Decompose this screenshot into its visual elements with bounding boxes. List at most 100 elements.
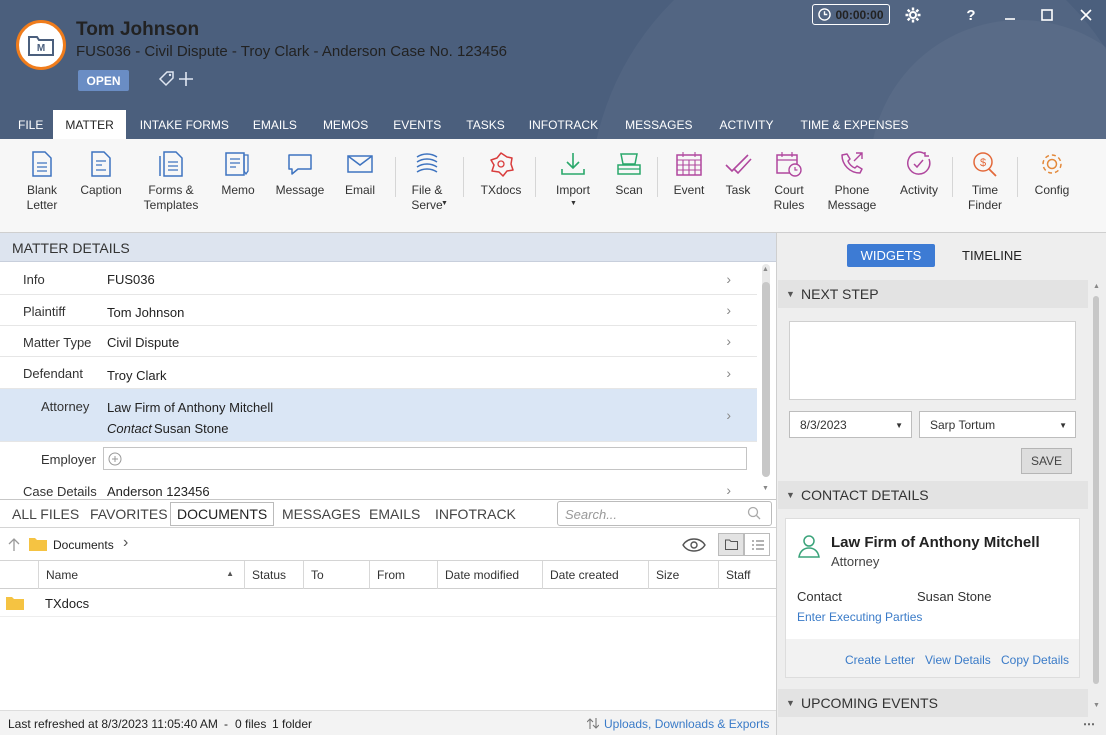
status-badge[interactable]: OPEN xyxy=(78,70,129,91)
upcoming-events-header[interactable]: ▼ UPCOMING EVENTS xyxy=(778,689,1088,717)
timeline-tab[interactable]: TIMELINE xyxy=(962,248,1022,263)
scroll-up-icon[interactable]: ▲ xyxy=(1093,283,1100,290)
contact-name[interactable]: Law Firm of Anthony Mitchell xyxy=(831,534,1040,551)
config-button[interactable]: Config xyxy=(1032,151,1072,198)
tab-file[interactable]: FILE xyxy=(0,110,53,139)
phone-message-button[interactable]: Phone Message xyxy=(826,151,878,213)
column-status[interactable]: Status xyxy=(244,561,303,589)
eye-icon[interactable] xyxy=(682,537,706,553)
timer-button[interactable]: 00:00:00 xyxy=(812,4,890,25)
add-circle-icon[interactable] xyxy=(108,452,122,466)
more-options-icon[interactable]: ⋯ xyxy=(1083,717,1095,731)
tab-memos[interactable]: MEMOS xyxy=(307,110,378,139)
scroll-up-icon[interactable]: ▲ xyxy=(762,266,769,273)
create-letter-link[interactable]: Create Letter xyxy=(845,653,915,667)
plaintiff-label: Plaintiff xyxy=(23,304,66,319)
tab-infotrack-docs[interactable]: INFOTRACK xyxy=(435,506,516,522)
tab-documents[interactable]: DOCUMENTS xyxy=(170,502,275,526)
close-icon[interactable] xyxy=(1075,4,1097,26)
chevron-right-icon[interactable]: › xyxy=(726,407,731,423)
memo-button[interactable]: Memo xyxy=(218,151,258,198)
folder-view-toggle[interactable] xyxy=(718,533,744,556)
next-step-header[interactable]: ▼ NEXT STEP xyxy=(778,280,1088,308)
view-details-link[interactable]: View Details xyxy=(925,653,991,667)
uploads-link[interactable]: Uploads, Downloads & Exports xyxy=(604,717,769,731)
enter-executing-parties-link[interactable]: Enter Executing Parties xyxy=(797,610,922,624)
tab-emails-docs[interactable]: EMAILS xyxy=(369,506,420,522)
date-picker[interactable]: 8/3/2023 ▼ xyxy=(789,411,912,438)
task-button[interactable]: Task xyxy=(720,151,756,198)
search-icon[interactable] xyxy=(747,506,761,520)
employer-input[interactable] xyxy=(103,447,747,470)
maximize-icon[interactable] xyxy=(1036,4,1058,26)
caption-button[interactable]: Caption xyxy=(77,151,125,198)
minimize-icon[interactable] xyxy=(999,4,1021,26)
tab-messages-docs[interactable]: MESSAGES xyxy=(282,506,361,522)
tab-favorites[interactable]: FAVORITES xyxy=(90,506,168,522)
tab-events[interactable]: EVENTS xyxy=(378,110,451,139)
widgets-scrollbar[interactable] xyxy=(1093,296,1099,684)
attorney-row[interactable]: Attorney Law Firm of Anthony Mitchell Co… xyxy=(0,389,757,442)
details-scroll-thumb[interactable] xyxy=(762,282,770,477)
copy-details-link[interactable]: Copy Details xyxy=(1001,653,1069,667)
case-details-row[interactable]: Case Details Anderson 123456 › xyxy=(0,475,757,499)
save-button[interactable]: SAVE xyxy=(1021,448,1072,474)
column-to[interactable]: To xyxy=(303,561,369,589)
breadcrumb-chevron-icon[interactable]: › xyxy=(123,534,128,552)
tab-time-expenses[interactable]: TIME & EXPENSES xyxy=(783,110,918,139)
chevron-right-icon[interactable]: › xyxy=(726,271,731,287)
list-view-toggle[interactable] xyxy=(744,533,770,556)
scan-button[interactable]: Scan xyxy=(610,151,648,198)
chevron-right-icon[interactable]: › xyxy=(726,482,731,498)
scroll-down-icon[interactable]: ▼ xyxy=(762,485,769,492)
chevron-right-icon[interactable]: › xyxy=(726,333,731,349)
defendant-row[interactable]: Defendant Troy Clark › xyxy=(0,357,757,389)
table-row[interactable]: TXdocs xyxy=(0,589,776,617)
next-step-textarea[interactable] xyxy=(789,321,1076,400)
scroll-down-icon[interactable]: ▼ xyxy=(1093,702,1100,709)
plaintiff-row[interactable]: Plaintiff Tom Johnson › xyxy=(0,295,757,326)
chevron-right-icon[interactable]: › xyxy=(726,302,731,318)
tab-matter[interactable]: MATTER xyxy=(53,110,126,139)
tab-emails[interactable]: EMAILS xyxy=(239,110,307,139)
forms-templates-button[interactable]: Forms & Templates xyxy=(142,151,200,213)
help-button[interactable]: ? xyxy=(960,4,982,26)
tag-add[interactable] xyxy=(158,70,194,88)
tab-tasks[interactable]: TASKS xyxy=(451,110,514,139)
chevron-right-icon[interactable]: › xyxy=(726,365,731,381)
message-button[interactable]: Message xyxy=(274,151,326,198)
court-rules-button[interactable]: Court Rules xyxy=(770,151,808,213)
activity-button[interactable]: Activity xyxy=(896,151,942,198)
import-button[interactable]: Import xyxy=(551,151,595,198)
tab-intake-forms[interactable]: INTAKE FORMS xyxy=(126,110,239,139)
info-row[interactable]: Info FUS036 › xyxy=(0,263,757,295)
search-input[interactable]: Search... xyxy=(557,501,772,526)
column-from[interactable]: From xyxy=(369,561,437,589)
import-dropdown-icon[interactable]: ▼ xyxy=(570,200,577,207)
column-size[interactable]: Size xyxy=(648,561,718,589)
contact-details-header[interactable]: ▼ CONTACT DETAILS xyxy=(778,481,1088,509)
column-date-modified[interactable]: Date modified xyxy=(437,561,542,589)
tab-activity[interactable]: ACTIVITY xyxy=(702,110,783,139)
settings-gear-icon[interactable] xyxy=(902,4,924,26)
assignee-select[interactable]: Sarp Tortum ▼ xyxy=(919,411,1076,438)
matter-type-row[interactable]: Matter Type Civil Dispute › xyxy=(0,326,757,357)
tag-icon[interactable] xyxy=(158,70,176,88)
txdocs-button[interactable]: TXdocs xyxy=(477,151,525,198)
plus-icon[interactable] xyxy=(178,71,194,87)
column-staff[interactable]: Staff xyxy=(718,561,776,589)
up-arrow-icon[interactable] xyxy=(8,538,20,552)
tab-infotrack[interactable]: INFOTRACK xyxy=(515,110,608,139)
widgets-tab[interactable]: WIDGETS xyxy=(847,244,935,267)
case-details-value: Anderson 123456 xyxy=(107,484,210,499)
tab-messages[interactable]: MESSAGES xyxy=(608,110,702,139)
tab-all-files[interactable]: ALL FILES xyxy=(12,506,79,522)
time-finder-button[interactable]: $ Time Finder xyxy=(966,151,1004,213)
column-date-created[interactable]: Date created xyxy=(542,561,648,589)
blank-letter-button[interactable]: Blank Letter xyxy=(24,151,60,213)
column-name[interactable]: Name ▲ xyxy=(38,561,244,589)
event-button[interactable]: Event xyxy=(670,151,708,198)
file-serve-dropdown-icon[interactable]: ▼ xyxy=(441,200,448,207)
breadcrumb[interactable]: Documents xyxy=(53,538,114,552)
email-button[interactable]: Email xyxy=(340,151,380,198)
